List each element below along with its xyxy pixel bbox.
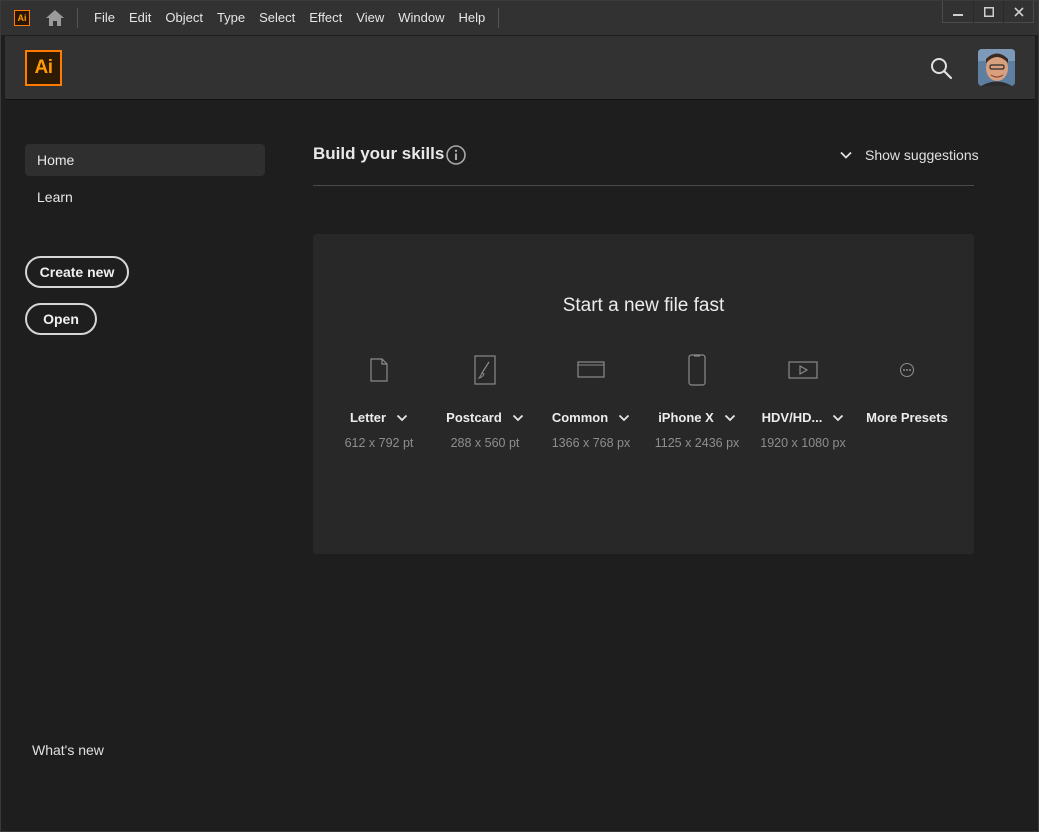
- video-play-icon: [750, 354, 856, 386]
- menu-select[interactable]: Select: [252, 1, 302, 35]
- new-file-card: Start a new file fast Letter 612 x 792 p…: [313, 234, 974, 554]
- show-suggestions-toggle[interactable]: Show suggestions: [839, 147, 979, 163]
- more-ellipsis-icon: [854, 354, 960, 386]
- close-icon[interactable]: [1003, 1, 1033, 23]
- phone-icon: [644, 354, 750, 386]
- app-header: Ai: [5, 36, 1035, 100]
- menu-window[interactable]: Window: [391, 1, 451, 35]
- preset-size: 612 x 792 pt: [344, 436, 414, 450]
- home-screen: Home Learn Create new Open What's new Bu…: [5, 101, 1035, 827]
- illustrator-logo: Ai: [25, 50, 62, 86]
- menu-edit[interactable]: Edit: [122, 1, 158, 35]
- preset-label: Letter: [326, 410, 432, 425]
- minimize-icon[interactable]: [943, 1, 973, 23]
- maximize-icon[interactable]: [973, 1, 1003, 23]
- sidebar-item-learn[interactable]: Learn: [25, 181, 265, 213]
- chevron-down-icon: [840, 151, 852, 159]
- preset-size: 288 x 560 pt: [450, 436, 520, 450]
- app-badge-icon: Ai: [14, 10, 30, 26]
- preset-letter[interactable]: Letter 612 x 792 pt: [326, 354, 432, 464]
- preset-label: iPhone X: [644, 410, 750, 425]
- preset-postcard[interactable]: Postcard 288 x 560 pt: [432, 354, 538, 464]
- whats-new-link[interactable]: What's new: [32, 742, 104, 758]
- preset-label: Common: [538, 410, 644, 425]
- monitor-icon: [538, 354, 644, 386]
- info-icon[interactable]: [445, 144, 467, 166]
- preset-iphone-x[interactable]: iPhone X 1125 x 2436 px: [644, 354, 750, 464]
- menu-type[interactable]: Type: [210, 1, 252, 35]
- menu-divider: [498, 8, 500, 28]
- preset-label: More Presets: [866, 410, 948, 425]
- chevron-down-icon[interactable]: [396, 412, 408, 424]
- app-window: Ai File Edit Object Type Select Effect V…: [0, 0, 1039, 832]
- new-file-title: Start a new file fast: [562, 295, 725, 316]
- chevron-down-icon[interactable]: [512, 412, 524, 424]
- create-new-button[interactable]: Create new: [25, 256, 129, 288]
- menu-help[interactable]: Help: [451, 1, 492, 35]
- preset-label: HDV/HD...: [750, 410, 856, 425]
- chevron-down-icon[interactable]: [618, 412, 630, 424]
- show-suggestions-label: Show suggestions: [865, 147, 979, 163]
- menu-view[interactable]: View: [349, 1, 391, 35]
- menu-object[interactable]: Object: [158, 1, 210, 35]
- preset-size: 1125 x 2436 px: [654, 436, 740, 450]
- menu-bar: Ai File Edit Object Type Select Effect V…: [1, 1, 1038, 35]
- menu-effect[interactable]: Effect: [302, 1, 349, 35]
- search-icon[interactable]: [929, 56, 953, 80]
- preset-common[interactable]: Common 1366 x 768 px: [538, 354, 644, 464]
- divider: [313, 185, 974, 186]
- postcard-brush-icon: [432, 354, 538, 386]
- open-button[interactable]: Open: [25, 303, 97, 335]
- preset-label: Postcard: [432, 410, 538, 425]
- build-skills-heading: Build your skills: [313, 144, 445, 163]
- chevron-down-icon[interactable]: [724, 412, 736, 424]
- chevron-down-icon[interactable]: [832, 412, 844, 424]
- preset-size: 1366 x 768 px: [551, 436, 631, 450]
- menu-divider: [77, 8, 78, 28]
- document-icon: [326, 354, 432, 386]
- preset-size: 1920 x 1080 px: [760, 436, 846, 450]
- home-icon[interactable]: [45, 8, 65, 28]
- user-avatar[interactable]: [978, 49, 1015, 86]
- preset-hdv-hd[interactable]: HDV/HD... 1920 x 1080 px: [750, 354, 856, 464]
- window-controls: [942, 1, 1038, 25]
- sidebar-item-home[interactable]: Home: [25, 144, 265, 176]
- preset-more-presets[interactable]: More Presets: [854, 354, 960, 464]
- menu-file[interactable]: File: [88, 1, 122, 35]
